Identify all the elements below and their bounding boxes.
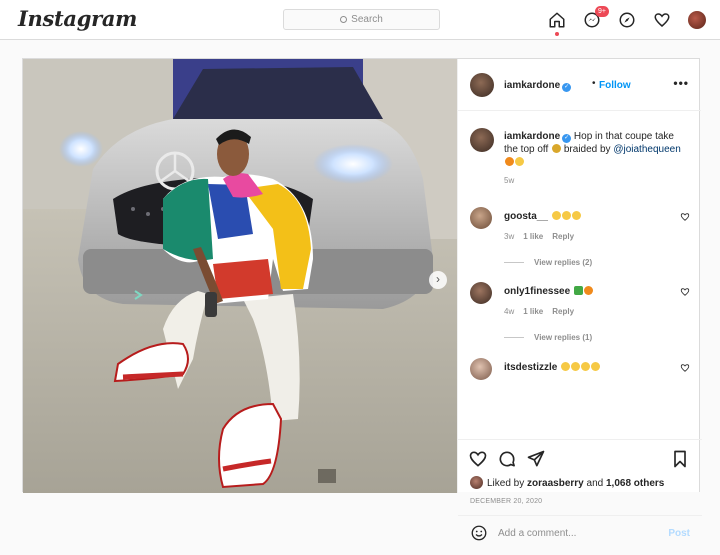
next-image-button[interactable]: › <box>429 271 447 289</box>
post-photo[interactable]: › <box>23 59 457 493</box>
commenter-username[interactable]: itsdestizzle <box>504 362 557 373</box>
comment-meta: 4w 1 like Reply <box>504 307 583 316</box>
eyes-emoji-icon <box>561 211 571 220</box>
reply-button[interactable]: Reply <box>552 307 574 316</box>
like-heart-icon[interactable] <box>468 449 488 469</box>
active-indicator <box>555 32 559 36</box>
share-paper-plane-icon[interactable] <box>526 449 546 469</box>
comments-section[interactable]: iamkardone ✓ Hop in that coupe take the t… <box>458 112 702 438</box>
eyes-emoji-icon <box>551 211 561 220</box>
comment-text: goosta__ <box>504 210 581 223</box>
laughing-emoji-icon <box>591 362 601 371</box>
post-date: DECEMBER 20, 2020 <box>470 498 543 505</box>
post-image <box>23 59 457 493</box>
explore-compass-icon[interactable] <box>616 9 638 31</box>
post-header: iamkardone ✓ • Follow ••• <box>458 59 701 111</box>
avatar <box>688 11 706 29</box>
caption-username[interactable]: iamkardone <box>504 131 560 142</box>
author-username[interactable]: iamkardone ✓ <box>504 80 572 92</box>
post-sidebar: iamkardone ✓ • Follow ••• iamkardone ✓ Hop… <box>457 59 702 541</box>
view-replies-button[interactable]: View replies (2) <box>504 258 592 267</box>
commenter-avatar[interactable] <box>470 358 492 380</box>
home-icon[interactable] <box>546 9 568 36</box>
verified-badge-icon: ✓ <box>562 83 572 92</box>
notification-badge: 9+ <box>595 6 609 17</box>
caption-time: 5w <box>504 176 515 185</box>
commenter-avatar[interactable] <box>470 282 492 304</box>
eyes-emoji-icon <box>571 211 581 220</box>
nav-icons: 9+ <box>546 6 708 36</box>
comment-meta: 3w 1 like Reply <box>504 232 583 241</box>
add-comment-input[interactable]: Add a comment... <box>498 528 576 539</box>
like-comment-heart-icon[interactable] <box>680 363 690 373</box>
likes-summary[interactable]: Liked by zoraasberry and 1,068 others <box>470 476 664 489</box>
author-avatar[interactable] <box>470 73 494 97</box>
comment-time: 3w <box>504 232 515 241</box>
add-comment-bar: Add a comment... Post <box>458 515 702 555</box>
replies-divider <box>504 262 524 264</box>
follow-button[interactable]: Follow <box>599 80 631 91</box>
search-input[interactable]: Search <box>283 9 440 30</box>
separator-dot: • <box>592 78 596 89</box>
fire-emoji-icon <box>583 286 593 295</box>
laughing-emoji-icon <box>581 362 591 371</box>
top-nav-bar: Instagram Search 9+ <box>0 0 720 40</box>
liker-username[interactable]: zoraasberry <box>527 478 584 489</box>
liker-avatar <box>470 476 483 489</box>
profile-avatar[interactable] <box>686 9 708 31</box>
laughing-emoji-icon <box>561 362 571 371</box>
fire-emoji-icon <box>505 157 514 166</box>
comment-likes[interactable]: 1 like <box>523 307 543 316</box>
messenger-icon[interactable]: 9+ <box>581 6 609 31</box>
post-comment-button[interactable]: Post <box>668 528 690 539</box>
reply-button[interactable]: Reply <box>552 232 574 241</box>
emoji-smile-icon[interactable] <box>470 524 488 542</box>
replies-divider <box>504 337 524 339</box>
money-bag-emoji-icon <box>552 144 562 153</box>
comment-text: only1finessee <box>504 285 593 298</box>
view-replies-button[interactable]: View replies (1) <box>504 333 592 342</box>
comment-icon[interactable] <box>497 449 517 469</box>
comment-time: 4w <box>504 307 515 316</box>
caption-text: iamkardone ✓ Hop in that coupe take the t… <box>504 130 684 169</box>
comment-likes[interactable]: 1 like <box>523 232 543 241</box>
commenter-avatar[interactable] <box>470 207 492 229</box>
likes-count[interactable]: 1,068 others <box>606 478 664 489</box>
post-actions: Liked by zoraasberry and 1,068 others DE… <box>458 439 702 541</box>
checkmark-emoji-icon <box>573 286 583 295</box>
action-bar <box>468 449 546 469</box>
search-placeholder: Search <box>351 14 383 25</box>
caption-avatar[interactable] <box>470 128 494 152</box>
like-comment-heart-icon[interactable] <box>680 212 690 222</box>
verified-badge-icon: ✓ <box>562 134 572 143</box>
laughing-emoji-icon <box>571 362 581 371</box>
search-icon <box>340 16 348 23</box>
mention-link[interactable]: @joiathequeen <box>613 144 680 155</box>
instagram-logo[interactable]: Instagram <box>18 6 137 31</box>
grimace-emoji-icon <box>515 157 524 166</box>
commenter-username[interactable]: goosta__ <box>504 211 548 222</box>
comment-text: itsdestizzle <box>504 361 601 374</box>
more-options-icon[interactable]: ••• <box>673 76 689 90</box>
like-comment-heart-icon[interactable] <box>680 287 690 297</box>
post-card: › iamkardone ✓ • Follow ••• iamkardone ✓ H… <box>22 58 702 541</box>
commenter-username[interactable]: only1finessee <box>504 286 570 297</box>
activity-heart-icon[interactable] <box>651 9 673 31</box>
bookmark-icon[interactable] <box>670 449 690 469</box>
